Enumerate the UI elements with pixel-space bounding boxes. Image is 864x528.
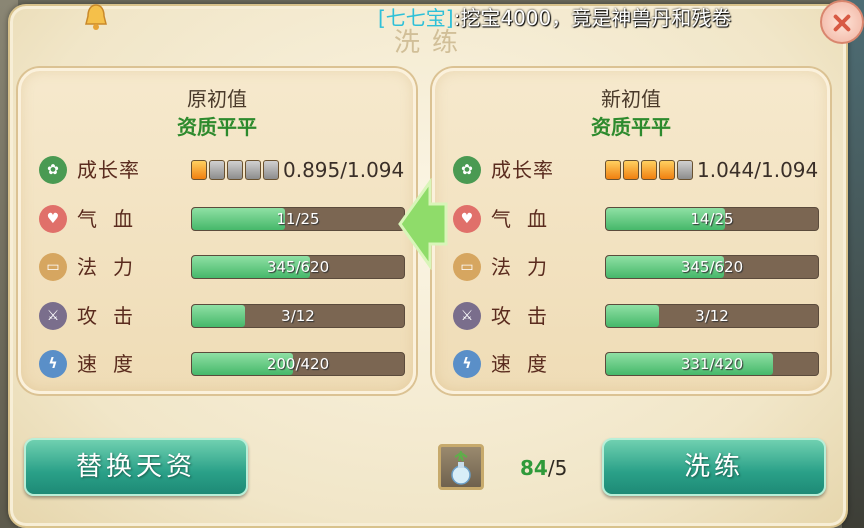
hp-label: 气血: [77, 207, 149, 231]
growth-pip: [209, 160, 225, 180]
close-button[interactable]: [820, 0, 864, 44]
hp-bar: 11/25: [191, 207, 405, 231]
heart-icon: ♥: [453, 205, 481, 233]
attack-row: ⚔ 攻击 3/12: [453, 301, 819, 331]
growth-pip: [245, 160, 261, 180]
aptitude-rating: 资质平平: [591, 115, 671, 139]
growth-pip: [641, 160, 657, 180]
hp-value: 11/25: [276, 210, 320, 228]
mp-bar: 345/620: [605, 255, 819, 279]
attack-bar: 3/12: [605, 304, 819, 328]
growth-pip: [227, 160, 243, 180]
growth-label: 成长率: [77, 158, 140, 182]
refine-material-slot[interactable]: [438, 444, 484, 490]
hp-row: ♥ 气血 14/25: [453, 204, 819, 234]
replace-aptitude-button[interactable]: 替换天资: [24, 438, 248, 496]
mp-row: ▭ 法力 345/620: [39, 252, 405, 282]
card-title: 新初值: [601, 87, 661, 111]
growth-row: ✿ 成长率 1.044/1.094: [453, 155, 818, 185]
announcement-ticker: [七七宝]:挖宝4000，竟是神兽丹和残卷: [378, 4, 762, 34]
growth-pip: [605, 160, 621, 180]
material-have: 84: [520, 456, 548, 480]
sprout-icon: ✿: [39, 156, 67, 184]
hp-value: 14/25: [690, 210, 734, 228]
potion-icon: [451, 450, 471, 485]
growth-pip: [191, 160, 207, 180]
lightning-icon: ϟ: [39, 350, 67, 378]
material-need: /5: [547, 456, 568, 480]
attack-row: ⚔ 攻击 3/12: [39, 301, 405, 331]
scroll-icon: ▭: [453, 253, 481, 281]
lightning-icon: ϟ: [453, 350, 481, 378]
original-values-card: 原初值 资质平平 ✿ 成长率 0.895/1.094 ♥ 气血 11/25 ▭ …: [18, 68, 416, 394]
mp-row: ▭ 法力 345/620: [453, 252, 819, 282]
speed-bar: 331/420: [605, 352, 819, 376]
hp-bar: 14/25: [605, 207, 819, 231]
material-count: 84/5: [520, 456, 567, 480]
growth-pip: [677, 160, 693, 180]
growth-pip: [623, 160, 639, 180]
growth-row: ✿ 成长率 0.895/1.094: [39, 155, 404, 185]
speed-row: ϟ 速度 200/420: [39, 349, 405, 379]
growth-label: 成长率: [491, 158, 554, 182]
mp-label: 法力: [77, 255, 149, 279]
aptitude-rating: 资质平平: [177, 115, 257, 139]
scroll-icon: ▭: [39, 253, 67, 281]
new-values-card: 新初值 资质平平 ✿ 成长率 1.044/1.094 ♥ 气血 14/25 ▭ …: [432, 68, 830, 394]
speed-label: 速度: [77, 352, 149, 376]
attack-label: 攻击: [491, 304, 563, 328]
card-title: 原初值: [187, 87, 247, 111]
attack-bar: 3/12: [191, 304, 405, 328]
refine-button[interactable]: 洗练: [602, 438, 826, 496]
arrow-left-icon: [398, 178, 448, 270]
speed-row: ϟ 速度 331/420: [453, 349, 819, 379]
mp-label: 法力: [491, 255, 563, 279]
heart-icon: ♥: [39, 205, 67, 233]
sword-icon: ⚔: [453, 302, 481, 330]
mp-value: 345/620: [680, 258, 744, 276]
hp-row: ♥ 气血 11/25: [39, 204, 405, 234]
mp-value: 345/620: [266, 258, 330, 276]
growth-pip: [659, 160, 675, 180]
growth-value: 0.895/1.094: [283, 158, 405, 182]
speed-value: 200/420: [266, 355, 330, 373]
attack-value: 3/12: [695, 307, 729, 325]
growth-pip: [263, 160, 279, 180]
attack-label: 攻击: [77, 304, 149, 328]
growth-meter: 0.895/1.094: [191, 158, 405, 182]
sword-icon: ⚔: [39, 302, 67, 330]
bell-icon[interactable]: [82, 2, 110, 32]
ticker-tag[interactable]: [七七宝]: [378, 6, 454, 30]
ticker-message: :挖宝4000，竟是神兽丹和残卷: [453, 6, 732, 30]
speed-bar: 200/420: [191, 352, 405, 376]
mp-bar: 345/620: [191, 255, 405, 279]
growth-value: 1.044/1.094: [697, 158, 819, 182]
sprout-icon: ✿: [453, 156, 481, 184]
attack-value: 3/12: [281, 307, 315, 325]
growth-meter: 1.044/1.094: [605, 158, 819, 182]
speed-label: 速度: [491, 352, 563, 376]
hp-label: 气血: [491, 207, 563, 231]
speed-value: 331/420: [680, 355, 744, 373]
